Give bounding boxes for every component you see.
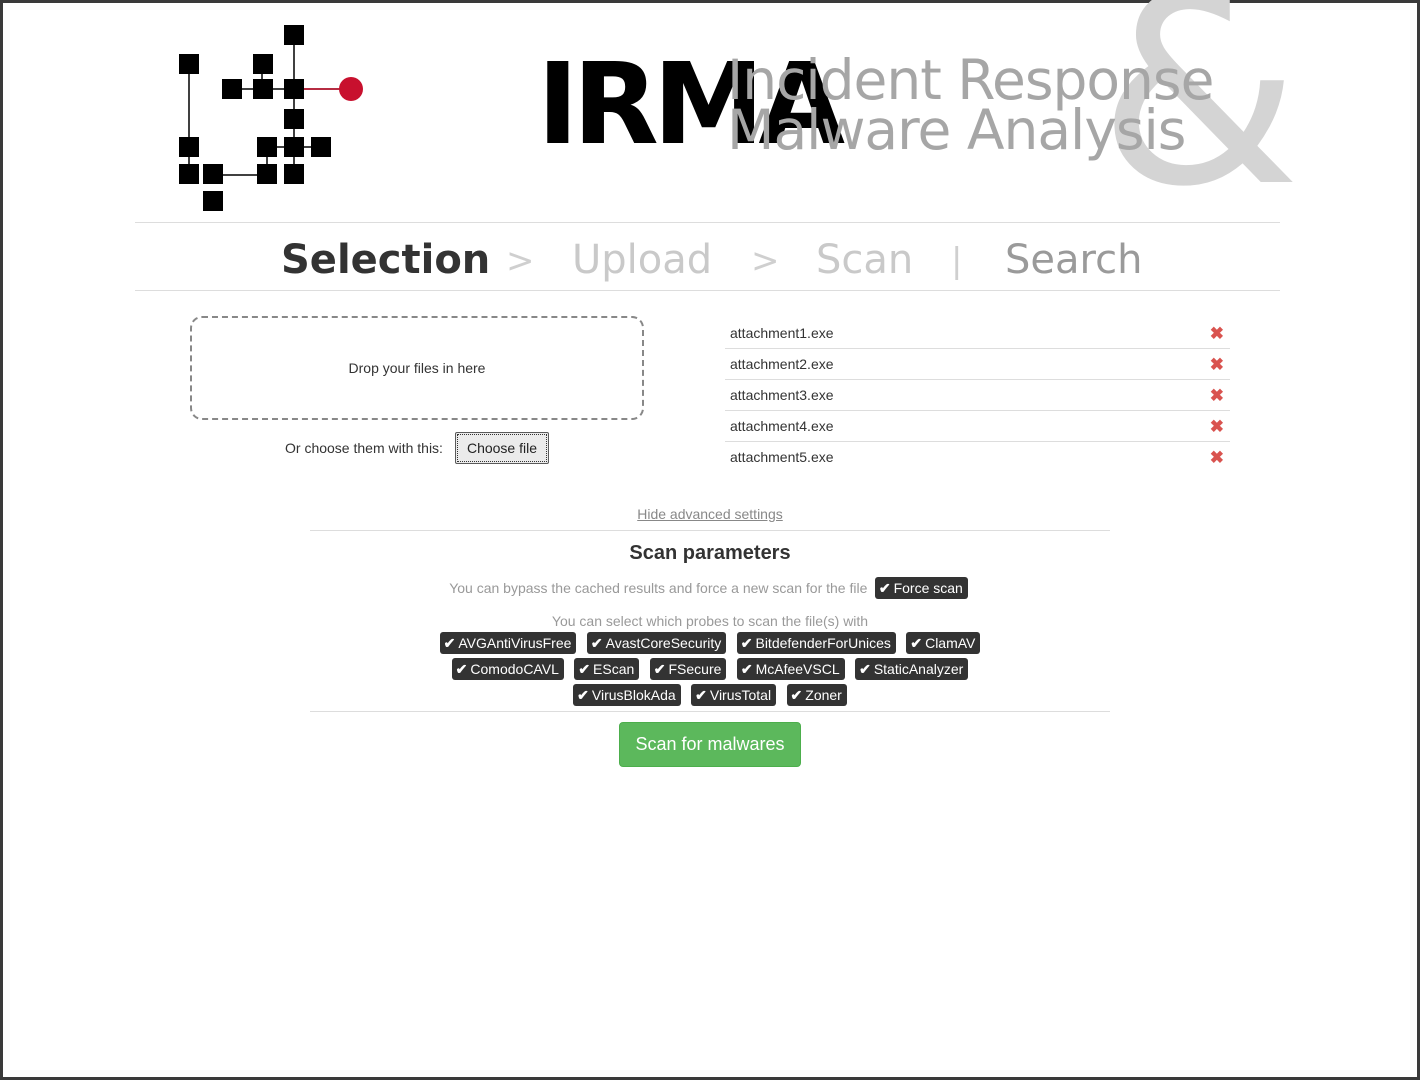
header-divider xyxy=(135,222,1280,223)
probe-label: VirusTotal xyxy=(709,687,772,703)
check-icon: ✔ xyxy=(790,687,803,703)
advanced-bottom-divider xyxy=(310,711,1110,712)
network-graph-icon xyxy=(179,25,363,211)
selected-files-list: attachment1.exe ✖ attachment2.exe ✖ atta… xyxy=(725,318,1230,472)
irma-logo: IRMA xyxy=(175,21,845,217)
file-row: attachment2.exe ✖ xyxy=(725,348,1230,379)
probe-toggle[interactable]: ✔ Zoner xyxy=(786,684,847,706)
choose-file-button[interactable]: Choose file xyxy=(454,432,549,464)
search-link[interactable]: Search xyxy=(1005,237,1142,283)
step-scan: Scan xyxy=(816,237,914,283)
probe-label: AvastCoreSecurity xyxy=(605,635,722,651)
scan-parameters-panel: Scan parameters You can bypass the cache… xyxy=(310,530,1110,708)
probe-label: ComodoCAVL xyxy=(470,661,559,677)
probes-description: You can select which probes to scan the … xyxy=(551,613,869,629)
probe-toggle[interactable]: ✔ ComodoCAVL xyxy=(451,658,564,680)
step-separator: > xyxy=(751,241,780,281)
file-name: attachment4.exe xyxy=(730,418,834,434)
probe-row: ✔ AVGAntiVirusFree ✔ AvastCoreSecurity ✔ Bi… xyxy=(310,630,1110,656)
scan-parameters-title: Scan parameters xyxy=(629,542,791,564)
probe-selector: ✔ AVGAntiVirusFree ✔ AvastCoreSecurity ✔ Bi… xyxy=(310,630,1110,708)
step-upload: Upload xyxy=(572,237,713,283)
check-icon: ✔ xyxy=(740,661,753,677)
choose-label: Or choose them with this: xyxy=(285,440,443,456)
scan-for-malwares-button[interactable]: Scan for malwares xyxy=(619,722,801,767)
file-row: attachment5.exe ✖ xyxy=(725,441,1230,472)
nav-divider-line xyxy=(135,290,1280,291)
file-dropzone[interactable]: Drop your files in here xyxy=(190,316,644,420)
tagline-line-2: Malware Analysis xyxy=(727,98,1186,162)
probe-toggle[interactable]: ✔ BitdefenderForUnices xyxy=(736,632,896,654)
file-row: attachment1.exe ✖ xyxy=(725,318,1230,348)
remove-file-icon[interactable]: ✖ xyxy=(1210,418,1224,435)
probe-label: FSecure xyxy=(668,661,722,677)
check-icon: ✔ xyxy=(740,635,753,651)
check-icon: ✔ xyxy=(878,580,891,596)
force-scan-toggle[interactable]: ✔ Force scan xyxy=(874,577,968,599)
check-icon: ✔ xyxy=(443,635,456,651)
probe-label: Zoner xyxy=(805,687,842,703)
probe-label: McAfeeVSCL xyxy=(755,661,840,677)
file-name: attachment2.exe xyxy=(730,356,834,372)
step-separator: > xyxy=(506,241,535,281)
probe-label: EScan xyxy=(593,661,635,677)
file-name: attachment1.exe xyxy=(730,325,834,341)
file-chooser: Or choose them with this: Choose file xyxy=(190,431,644,465)
file-name: attachment3.exe xyxy=(730,387,834,403)
probe-label: VirusBlokAda xyxy=(591,687,676,703)
probe-toggle[interactable]: ✔ AVGAntiVirusFree xyxy=(439,632,577,654)
file-row: attachment4.exe ✖ xyxy=(725,410,1230,441)
check-icon: ✔ xyxy=(577,687,589,703)
probe-toggle[interactable]: ✔ VirusBlokAda xyxy=(573,684,681,706)
check-icon: ✔ xyxy=(695,687,707,703)
probe-toggle[interactable]: ✔ StaticAnalyzer xyxy=(855,658,969,680)
probe-toggle[interactable]: ✔ ClamAV xyxy=(906,632,981,654)
force-scan-label: Force scan xyxy=(893,580,963,596)
probe-label: BitdefenderForUnices xyxy=(755,635,891,651)
check-icon: ✔ xyxy=(590,635,603,651)
probe-toggle[interactable]: ✔ McAfeeVSCL xyxy=(736,658,845,680)
remove-file-icon[interactable]: ✖ xyxy=(1210,387,1224,404)
probe-row: ✔ ComodoCAVL ✔ EScan ✔ FSecure ✔ McAfeeVSCL … xyxy=(310,656,1110,682)
check-icon: ✔ xyxy=(578,661,591,677)
check-icon: ✔ xyxy=(653,661,666,677)
file-row: attachment3.exe ✖ xyxy=(725,379,1230,410)
check-icon: ✔ xyxy=(910,635,923,651)
force-scan-description: You can bypass the cached results and fo… xyxy=(449,580,868,596)
probe-label: AVGAntiVirusFree xyxy=(458,635,572,651)
toggle-advanced-settings-link[interactable]: Hide advanced settings xyxy=(3,506,1417,522)
probe-label: StaticAnalyzer xyxy=(873,661,964,677)
step-navigation: Selection > Upload > Scan | Search xyxy=(3,233,1417,289)
probe-label: ClamAV xyxy=(925,635,976,651)
probe-row: ✔ VirusBlokAda ✔ VirusTotal ✔ Zoner xyxy=(310,682,1110,708)
remove-file-icon[interactable]: ✖ xyxy=(1210,356,1224,373)
page-header: IRMA & Incident Response Malware Analysi… xyxy=(3,0,1417,225)
nav-divider: | xyxy=(951,241,963,281)
dropzone-text: Drop your files in here xyxy=(348,360,486,376)
file-name: attachment5.exe xyxy=(730,449,834,465)
remove-file-icon[interactable]: ✖ xyxy=(1210,449,1224,466)
check-icon: ✔ xyxy=(455,661,468,677)
tagline: Incident Response Malware Analysis xyxy=(727,53,1214,162)
force-scan-row: You can bypass the cached results and fo… xyxy=(310,575,1110,601)
step-selection[interactable]: Selection xyxy=(281,237,490,283)
probe-toggle[interactable]: ✔ AvastCoreSecurity xyxy=(586,632,727,654)
probe-toggle[interactable]: ✔ FSecure xyxy=(649,658,727,680)
remove-file-icon[interactable]: ✖ xyxy=(1210,325,1224,342)
probe-toggle[interactable]: ✔ EScan xyxy=(574,658,640,680)
check-icon: ✔ xyxy=(859,661,871,677)
probe-toggle[interactable]: ✔ VirusTotal xyxy=(691,684,777,706)
